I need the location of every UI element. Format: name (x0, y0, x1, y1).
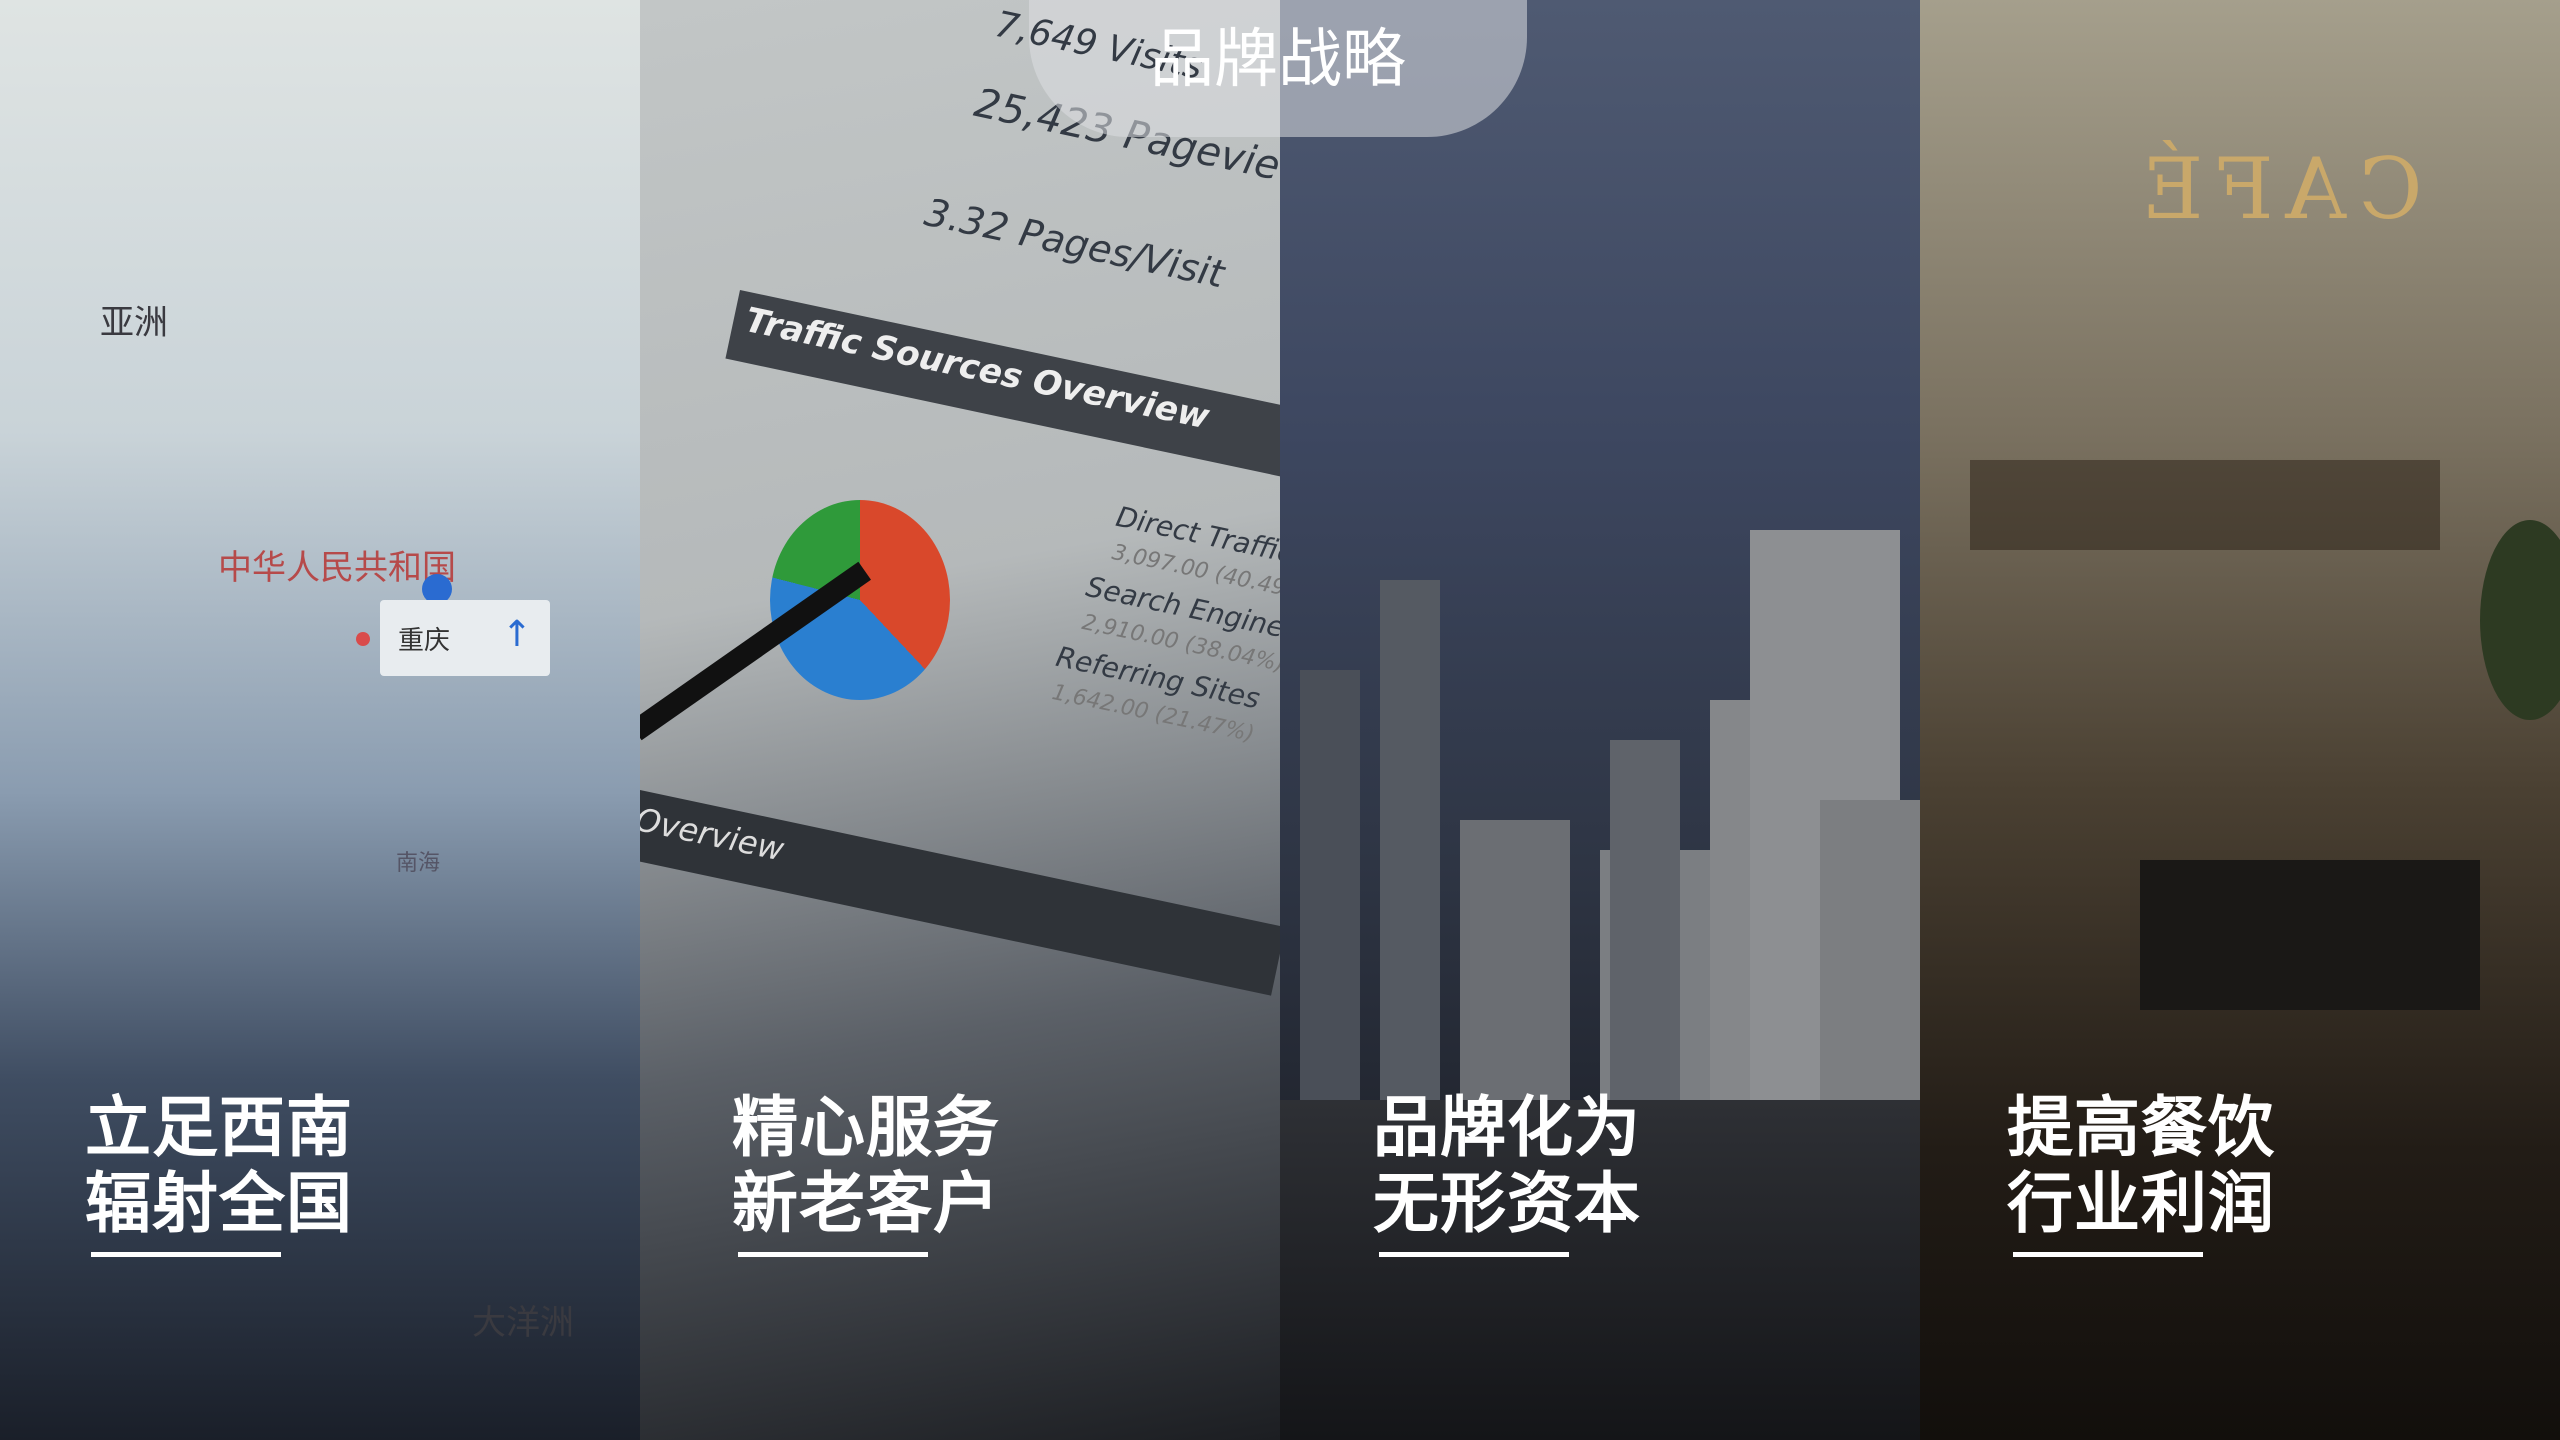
caption-line2: 辐射全国 (85, 1165, 353, 1242)
plant (2480, 520, 2560, 720)
map-chip: 重庆 ↑ (380, 600, 550, 676)
caption-line1: 品牌化为 (1373, 1089, 1641, 1166)
map-label-sea: 南海 (396, 851, 441, 876)
caption: 立足西南 辐射全国 (85, 1090, 353, 1257)
building (1300, 670, 1360, 1100)
map-label-china: 中华人民共和国 (218, 548, 456, 588)
map-panel: 亚洲 中华人民共和国 重庆 ↑ 南海 大洋洲 立足西南 辐射全国 (0, 0, 640, 1440)
caption-line2: 无形资本 (1373, 1165, 1641, 1242)
arrow-up-icon: ↑ (501, 614, 532, 655)
analytics-panel: 7,649 Visits 25,423 Pageviews 3.32 Pages… (640, 0, 1280, 1440)
caption-line1: 立足西南 (85, 1089, 353, 1166)
stat-pages: 3.32 Pages/Visit (920, 190, 1229, 297)
cafe-sign: CAFÉ (2130, 140, 2423, 238)
city-panel: 品牌化为 无形资本 (1280, 0, 1920, 1440)
map-label-asia: 亚洲 (100, 303, 168, 343)
building (1610, 740, 1680, 1100)
caption-underline (1379, 1252, 1569, 1257)
caption: 品牌化为 无形资本 (1373, 1090, 1641, 1257)
map-label-oceania: 大洋洲 (472, 1303, 574, 1343)
building (1460, 820, 1570, 1100)
page-title: 品牌战略 (1150, 23, 1406, 97)
cafe-panel: CAFÉ 提高餐饮 行业利润 (1920, 0, 2560, 1440)
caption-line1: 提高餐饮 (2007, 1089, 2275, 1166)
caption: 精心服务 新老客户 (732, 1090, 1000, 1257)
counter (1970, 460, 2440, 550)
caption-line1: 精心服务 (732, 1089, 1000, 1166)
caption-underline (91, 1252, 281, 1257)
caption-underline (2013, 1252, 2203, 1257)
pie-chart (770, 500, 950, 700)
caption-line2: 行业利润 (2007, 1165, 2275, 1242)
caption-line2: 新老客户 (732, 1165, 1000, 1242)
caption-underline (738, 1252, 928, 1257)
building (1380, 580, 1440, 1100)
city-marker-icon (356, 632, 370, 646)
caption: 提高餐饮 行业利润 (2007, 1090, 2275, 1257)
table (2140, 860, 2480, 1010)
map-label-city: 重庆 (398, 626, 451, 656)
building (1820, 800, 1920, 1100)
